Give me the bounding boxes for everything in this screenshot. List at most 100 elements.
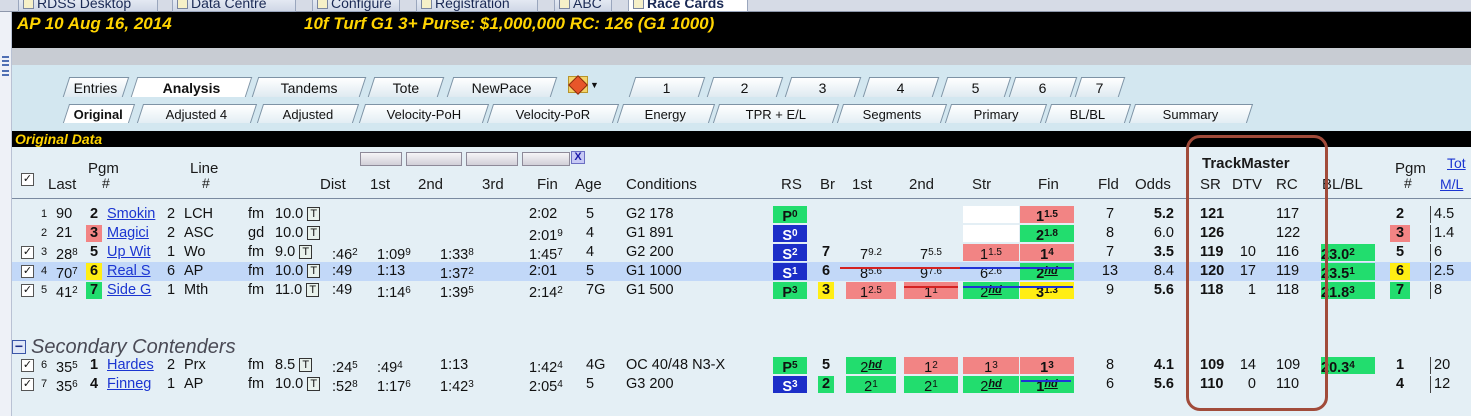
tab-analysis[interactable]: Analysis [130,77,253,97]
strip-tick [2,74,9,76]
header-call-1st[interactable]: 1st [852,176,872,193]
tab-5[interactable]: 5 [940,77,1012,97]
row-checkbox[interactable]: ✓ [21,359,34,372]
pace-dropdown-button[interactable]: ▼ [568,75,599,95]
row-call-fin: 11.5 [1020,206,1074,225]
row-pgm2: 6 [1390,263,1410,280]
row-checkbox[interactable]: ✓ [21,378,34,391]
header-rs[interactable]: RS [781,176,802,193]
sort-box-2nd[interactable] [406,152,462,166]
tab-entries[interactable]: Entries [62,77,130,97]
tab-7[interactable]: 7 [1074,77,1126,97]
row-br [818,225,834,242]
row-conditions: OC 40/48 N3-X [626,357,726,373]
header-br[interactable]: Br [820,176,835,193]
top-menu-registration[interactable]: Registration [416,0,538,12]
row-odds: 5.6 [1153,376,1174,392]
subtab-summary[interactable]: Summary [1128,104,1254,123]
row-horse-link[interactable]: Side G [107,282,151,299]
tab-4[interactable]: 4 [862,77,940,97]
header-conditions[interactable]: Conditions [626,176,697,193]
subtab-energy[interactable]: Energy [616,104,716,123]
row-checkbox[interactable]: ✓ [21,284,34,297]
tab-tandems[interactable]: Tandems [251,77,367,97]
sort-box-1st[interactable] [360,152,402,166]
top-menu-label: Race Cards [647,0,725,11]
row-horse-link[interactable]: Magici [107,225,149,242]
tab-2[interactable]: 2 [706,77,784,97]
row-surface: fm [248,357,265,373]
row-checkbox[interactable]: ✓ [21,246,34,259]
top-menu-configure[interactable]: Configure [312,0,400,12]
row-blbl: 21.83 [1321,282,1375,301]
header-ml-link[interactable]: M/L [1440,176,1463,192]
row-pgm2: 5 [1395,244,1405,260]
row-ml: 8 [1430,282,1442,299]
row-pgm2: 1 [1395,357,1405,373]
row-odds: 5.2 [1153,206,1174,222]
tab-newpace[interactable]: NewPace [446,77,558,97]
header-1st[interactable]: 1st [370,176,390,193]
tab-6[interactable]: 6 [1008,77,1078,97]
header-fin[interactable]: Fin [537,176,558,193]
tab-1[interactable]: 1 [628,77,706,97]
tab-3[interactable]: 3 [784,77,862,97]
row-dist: 10.0 T [275,225,321,242]
collapse-secondary-button[interactable]: − [12,339,26,354]
header-dist[interactable]: Dist [320,176,346,193]
row-rs: P5 [773,357,807,376]
subtab-segments[interactable]: Segments [836,104,948,123]
header-blbl[interactable]: BL/BL [1322,176,1363,193]
clear-x-button[interactable]: X [571,151,585,164]
header-fld[interactable]: Fld [1098,176,1119,193]
header-odds[interactable]: Odds [1135,176,1171,193]
header-str[interactable]: Str [972,176,991,193]
left-strip [0,12,12,416]
row-rs: P3 [773,282,807,301]
header-3rd[interactable]: 3rd [482,176,504,193]
subtab-adjusted[interactable]: Adjusted [256,104,360,123]
subtab-original[interactable]: Original [62,104,136,123]
header-last[interactable]: Last [48,176,76,193]
row-horse-link[interactable]: Up Wit [107,244,151,261]
row-frac-3: 1:423 [440,379,474,395]
row-pgm2: 2 [1395,206,1405,222]
row-odds: 3.5 [1153,244,1174,260]
row-horse-link[interactable]: Real S [107,263,151,280]
row-line-num: 2 [167,225,176,241]
top-menu-rdss-desktop[interactable]: RDSS Desktop [18,0,158,12]
subtab-adjusted-4[interactable]: Adjusted 4 [136,104,258,123]
pace-underline [840,267,960,269]
row-horse-link[interactable]: Smokin [107,206,155,223]
sort-box-fin[interactable] [522,152,570,166]
header-tot-link[interactable]: Tot [1447,155,1466,171]
row-horse-link[interactable]: Finneg [107,376,151,393]
sort-box-3rd[interactable] [466,152,518,166]
subtab-tpr-e-l[interactable]: TPR + E/L [712,104,840,123]
row-br: 2 [818,376,834,393]
row-checkbox[interactable]: ✓ [21,265,34,278]
row-call-str: 13 [963,357,1019,376]
row-last: 412 [56,285,78,301]
row-line-num: 1 [167,376,176,392]
subtab-bl-bl[interactable]: BL/BL [1044,104,1132,123]
row-call-2nd [904,206,958,223]
subtab-primary[interactable]: Primary [944,104,1048,123]
row-frac-1: :245 [332,360,358,376]
row-horse-link[interactable]: Hardes [107,357,154,374]
select-all-checkbox[interactable]: ✓ [21,173,34,186]
strip-tick [2,70,9,72]
header-call-fin[interactable]: Fin [1038,176,1059,193]
desktop-icon [23,0,34,9]
row-last: 355 [56,360,78,376]
header-2nd[interactable]: 2nd [418,176,443,193]
header-age[interactable]: Age [575,176,602,193]
top-menu-race-cards[interactable]: Race Cards [628,0,748,12]
top-menu-data-centre[interactable]: Data Centre [172,0,296,12]
subtab-velocity-por[interactable]: Velocity-PoR [486,104,620,123]
header-call-2nd[interactable]: 2nd [909,176,934,193]
top-menu-abc[interactable]: ABC [554,0,612,12]
subtab-velocity-poh[interactable]: Velocity-PoH [358,104,490,123]
tab-tote[interactable]: Tote [367,77,445,97]
row-line-track: Prx [184,357,206,373]
